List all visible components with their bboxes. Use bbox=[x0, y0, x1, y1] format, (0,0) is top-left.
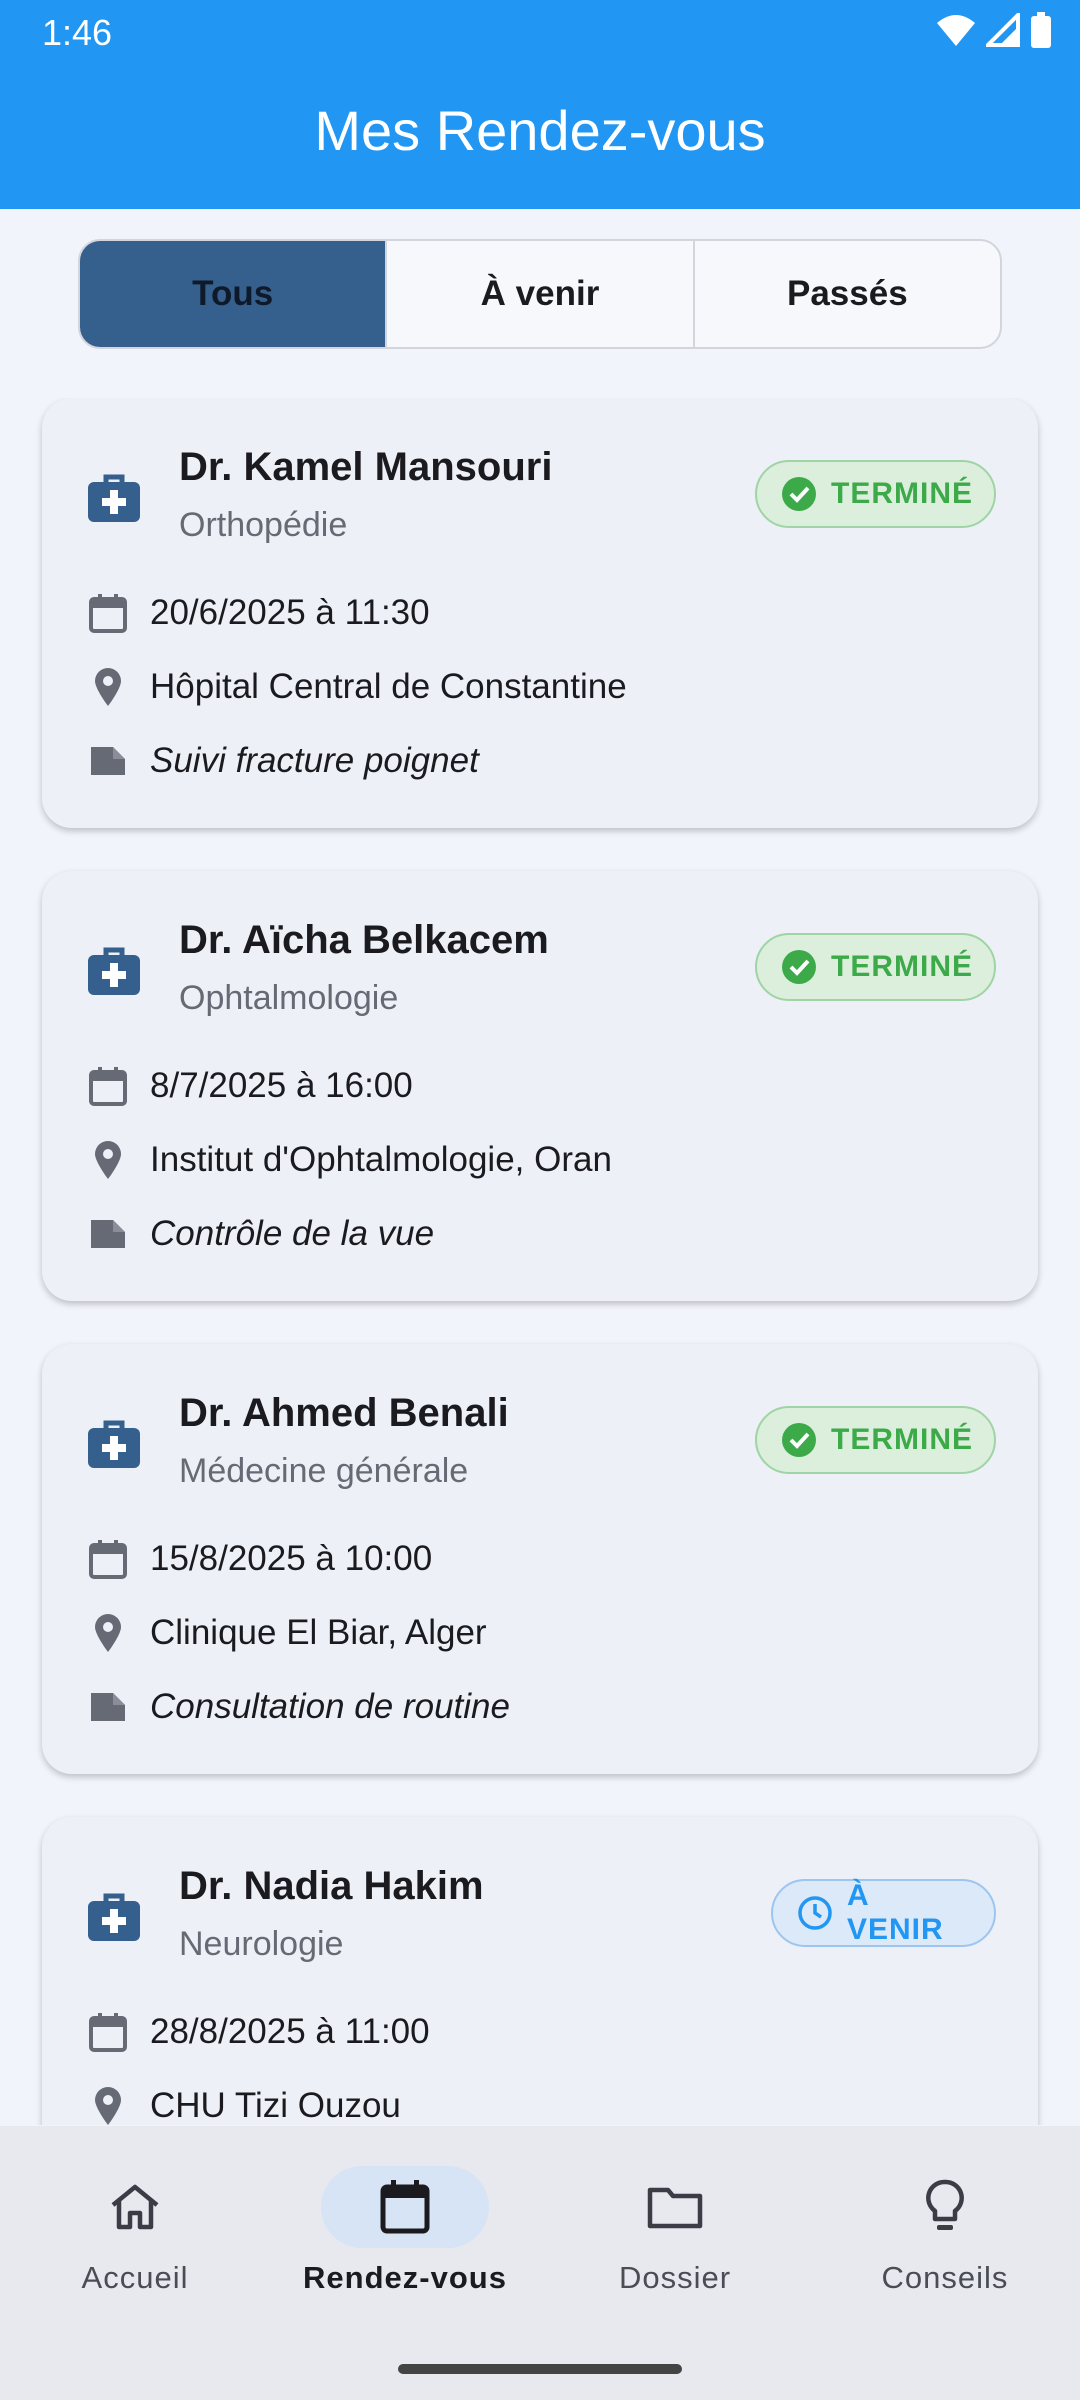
appointment-note: Suivi fracture poignet bbox=[150, 741, 479, 780]
folder-icon bbox=[647, 2187, 703, 2229]
appointment-list[interactable]: Dr. Kamel Mansouri Orthopédie TERMINÉ 20… bbox=[0, 398, 1080, 2125]
check-circle-icon bbox=[782, 950, 816, 984]
status-text: TERMINÉ bbox=[831, 1423, 973, 1456]
gesture-home-indicator[interactable] bbox=[398, 2364, 682, 2374]
location-pin-icon bbox=[95, 668, 121, 706]
nav-item-conseils[interactable]: Conseils bbox=[810, 2166, 1080, 2316]
nav-label: Rendez-vous bbox=[303, 2260, 507, 2295]
status-badge: TERMINÉ bbox=[755, 1406, 996, 1474]
calendar-icon bbox=[380, 2180, 430, 2234]
appointment-note: Contrôle de la vue bbox=[150, 1214, 435, 1253]
appointment-datetime: 15/8/2025 à 10:00 bbox=[150, 1539, 433, 1578]
location-pin-icon bbox=[95, 1141, 121, 1179]
check-circle-icon bbox=[782, 477, 816, 511]
status-text: TERMINÉ bbox=[831, 477, 973, 510]
tab-all[interactable]: Tous bbox=[80, 241, 388, 347]
doctor-specialty: Neurologie bbox=[179, 1925, 344, 1963]
appointment-location: Hôpital Central de Constantine bbox=[150, 667, 627, 706]
location-pin-icon bbox=[95, 2087, 121, 2125]
appointment-card[interactable]: Dr. Nadia Hakim Neurologie À VENIR 28/8/… bbox=[42, 1817, 1038, 2125]
page-title: Mes Rendez-vous bbox=[314, 99, 766, 162]
appointment-card[interactable]: Dr. Aïcha Belkacem Ophtalmologie TERMINÉ… bbox=[42, 871, 1038, 1301]
bottom-navigation: Accueil Rendez-vous Dossier Conseils bbox=[0, 2126, 1080, 2400]
status-icons bbox=[936, 10, 1052, 50]
appointment-location: Clinique El Biar, Alger bbox=[150, 1613, 487, 1652]
nav-item-dossier[interactable]: Dossier bbox=[540, 2166, 810, 2316]
note-icon bbox=[91, 1693, 125, 1721]
note-icon bbox=[91, 1220, 125, 1248]
appointment-note-row: Contrôle de la vue bbox=[86, 1210, 434, 1258]
app-bar: 1:46 Mes Rendez-vous bbox=[0, 0, 1080, 209]
appointment-date-row: 8/7/2025 à 16:00 bbox=[86, 1062, 413, 1110]
nav-label: Dossier bbox=[618, 2260, 732, 2295]
doctor-name: Dr. Kamel Mansouri bbox=[179, 445, 553, 489]
appointment-location-row: CHU Tizi Ouzou bbox=[86, 2082, 401, 2125]
doctor-name: Dr. Ahmed Benali bbox=[179, 1391, 509, 1435]
home-icon bbox=[111, 2184, 159, 2230]
appointment-note: Consultation de routine bbox=[150, 1687, 510, 1726]
nav-label: Conseils bbox=[881, 2260, 1009, 2295]
appointment-card[interactable]: Dr. Kamel Mansouri Orthopédie TERMINÉ 20… bbox=[42, 398, 1038, 828]
appointment-location-row: Institut d'Ophtalmologie, Oran bbox=[86, 1136, 612, 1184]
status-time: 1:46 bbox=[42, 12, 113, 53]
wifi-icon bbox=[937, 15, 975, 46]
location-pin-icon bbox=[95, 1614, 121, 1652]
doctor-name: Dr. Aïcha Belkacem bbox=[179, 918, 549, 962]
doctor-name: Dr. Nadia Hakim bbox=[179, 1864, 484, 1908]
tab-past[interactable]: Passés bbox=[695, 241, 1000, 347]
battery-icon bbox=[1031, 12, 1051, 48]
signal-icon bbox=[986, 13, 1020, 47]
appointment-datetime: 8/7/2025 à 16:00 bbox=[150, 1066, 413, 1105]
appointment-note-row: Consultation de routine bbox=[86, 1683, 510, 1731]
nav-item-rendez-vous[interactable]: Rendez-vous bbox=[270, 2166, 540, 2316]
medical-bag-icon bbox=[88, 1893, 140, 1941]
medical-bag-icon bbox=[88, 474, 140, 522]
check-circle-icon bbox=[782, 1423, 816, 1457]
clock-icon bbox=[798, 1896, 832, 1930]
medical-bag-icon bbox=[88, 947, 140, 995]
appointment-date-row: 20/6/2025 à 11:30 bbox=[86, 589, 430, 637]
status-text: À VENIR bbox=[847, 1879, 944, 1946]
calendar-icon bbox=[89, 594, 127, 633]
medical-bag-icon bbox=[88, 1420, 140, 1468]
doctor-specialty: Orthopédie bbox=[179, 506, 348, 544]
appointment-card[interactable]: Dr. Ahmed Benali Médecine générale TERMI… bbox=[42, 1344, 1038, 1774]
appointment-location-row: Hôpital Central de Constantine bbox=[86, 663, 627, 711]
status-badge: TERMINÉ bbox=[755, 933, 996, 1001]
appointment-date-row: 28/8/2025 à 11:00 bbox=[86, 2008, 430, 2056]
appointment-date-row: 15/8/2025 à 10:00 bbox=[86, 1535, 432, 1583]
calendar-icon bbox=[89, 1540, 127, 1579]
appointment-location-row: Clinique El Biar, Alger bbox=[86, 1609, 487, 1657]
status-badge: TERMINÉ bbox=[755, 460, 996, 528]
appointment-datetime: 28/8/2025 à 11:00 bbox=[150, 2012, 430, 2051]
doctor-specialty: Médecine générale bbox=[179, 1452, 469, 1490]
filter-segmented-control: Tous À venir Passés bbox=[78, 239, 1002, 349]
calendar-icon bbox=[89, 1067, 127, 1106]
status-badge: À VENIR bbox=[771, 1879, 996, 1947]
lightbulb-icon bbox=[926, 2179, 964, 2230]
appointment-note-row: Suivi fracture poignet bbox=[86, 737, 479, 785]
calendar-icon bbox=[89, 2013, 127, 2052]
doctor-specialty: Ophtalmologie bbox=[179, 979, 399, 1017]
appointment-datetime: 20/6/2025 à 11:30 bbox=[150, 593, 430, 632]
nav-label: Accueil bbox=[81, 2260, 189, 2295]
appointment-location: CHU Tizi Ouzou bbox=[150, 2086, 401, 2125]
tab-upcoming[interactable]: À venir bbox=[387, 241, 695, 347]
status-text: TERMINÉ bbox=[831, 950, 973, 983]
note-icon bbox=[91, 747, 125, 775]
nav-item-accueil[interactable]: Accueil bbox=[0, 2166, 270, 2316]
appointment-location: Institut d'Ophtalmologie, Oran bbox=[150, 1140, 612, 1179]
